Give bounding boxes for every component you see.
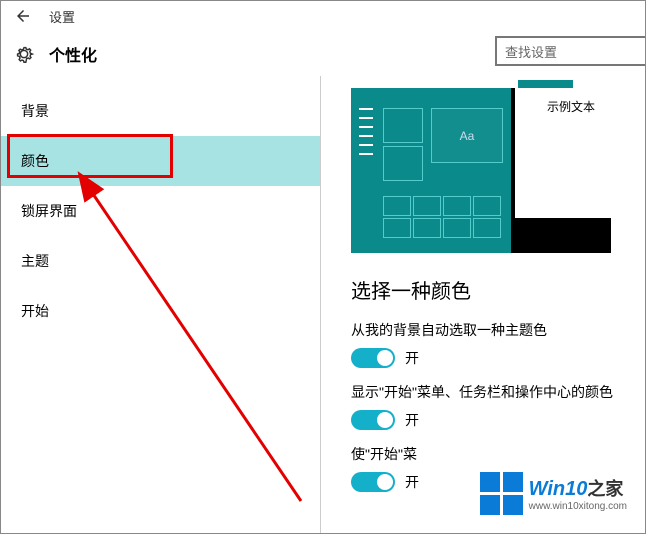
search-input[interactable]: 查找设置 xyxy=(495,36,645,66)
toggle-auto-color[interactable] xyxy=(351,348,395,368)
preview-start: Aa xyxy=(351,88,511,253)
option-label: 显示"开始"菜单、任务栏和操作中心的颜色 xyxy=(351,382,645,402)
back-button[interactable] xyxy=(11,4,35,28)
windows-logo-icon xyxy=(480,472,523,515)
watermark: Win10之家 www.win10xitong.com xyxy=(480,472,627,515)
sidebar-item-lockscreen[interactable]: 锁屏界面 xyxy=(1,186,320,236)
sidebar-item-background[interactable]: 背景 xyxy=(1,86,320,136)
content: Aa 示例文本 选择一种颜色 从我的背景自动选取一种主题色 开 显示"开始"菜单… xyxy=(321,76,645,533)
sidebar-item-label: 背景 xyxy=(21,101,49,121)
sidebar-item-colors[interactable]: 颜色 xyxy=(1,136,320,186)
preview-tile-text: Aa xyxy=(431,108,503,163)
option-label: 从我的背景自动选取一种主题色 xyxy=(351,320,645,340)
titlebar: 设置 xyxy=(1,1,645,31)
watermark-suffix: 之家 xyxy=(587,479,623,499)
option-label: 使"开始"菜 xyxy=(351,444,645,464)
page-title: 个性化 xyxy=(49,42,97,66)
option-start-color: 显示"开始"菜单、任务栏和操作中心的颜色 开 xyxy=(351,382,645,430)
toggle-state: 开 xyxy=(405,410,419,430)
toggle-state: 开 xyxy=(405,472,419,492)
sidebar-item-label: 锁屏界面 xyxy=(21,201,77,221)
toggle-transparent[interactable] xyxy=(351,472,395,492)
sidebar-item-themes[interactable]: 主题 xyxy=(1,236,320,286)
option-auto-color: 从我的背景自动选取一种主题色 开 xyxy=(351,320,645,368)
sidebar-item-label: 主题 xyxy=(21,251,49,271)
titlebar-label: 设置 xyxy=(49,7,75,26)
watermark-brand: Win10 xyxy=(529,478,588,500)
preview-sample-text: 示例文本 xyxy=(547,98,595,115)
main-area: 背景 颜色 锁屏界面 主题 开始 Aa 示例文本 选择一种颜色 xyxy=(1,76,645,533)
toggle-state: 开 xyxy=(405,348,419,368)
sidebar-item-label: 开始 xyxy=(21,301,49,321)
color-preview: Aa 示例文本 xyxy=(351,88,611,253)
section-title: 选择一种颜色 xyxy=(351,275,645,304)
sidebar-item-label: 颜色 xyxy=(21,151,49,171)
toggle-start-color[interactable] xyxy=(351,410,395,430)
sidebar-item-start[interactable]: 开始 xyxy=(1,286,320,336)
sidebar: 背景 颜色 锁屏界面 主题 开始 xyxy=(1,76,321,533)
gear-icon xyxy=(13,43,35,65)
arrow-left-icon xyxy=(14,7,32,25)
search-placeholder: 查找设置 xyxy=(505,42,557,61)
watermark-url: www.win10xitong.com xyxy=(529,501,627,512)
